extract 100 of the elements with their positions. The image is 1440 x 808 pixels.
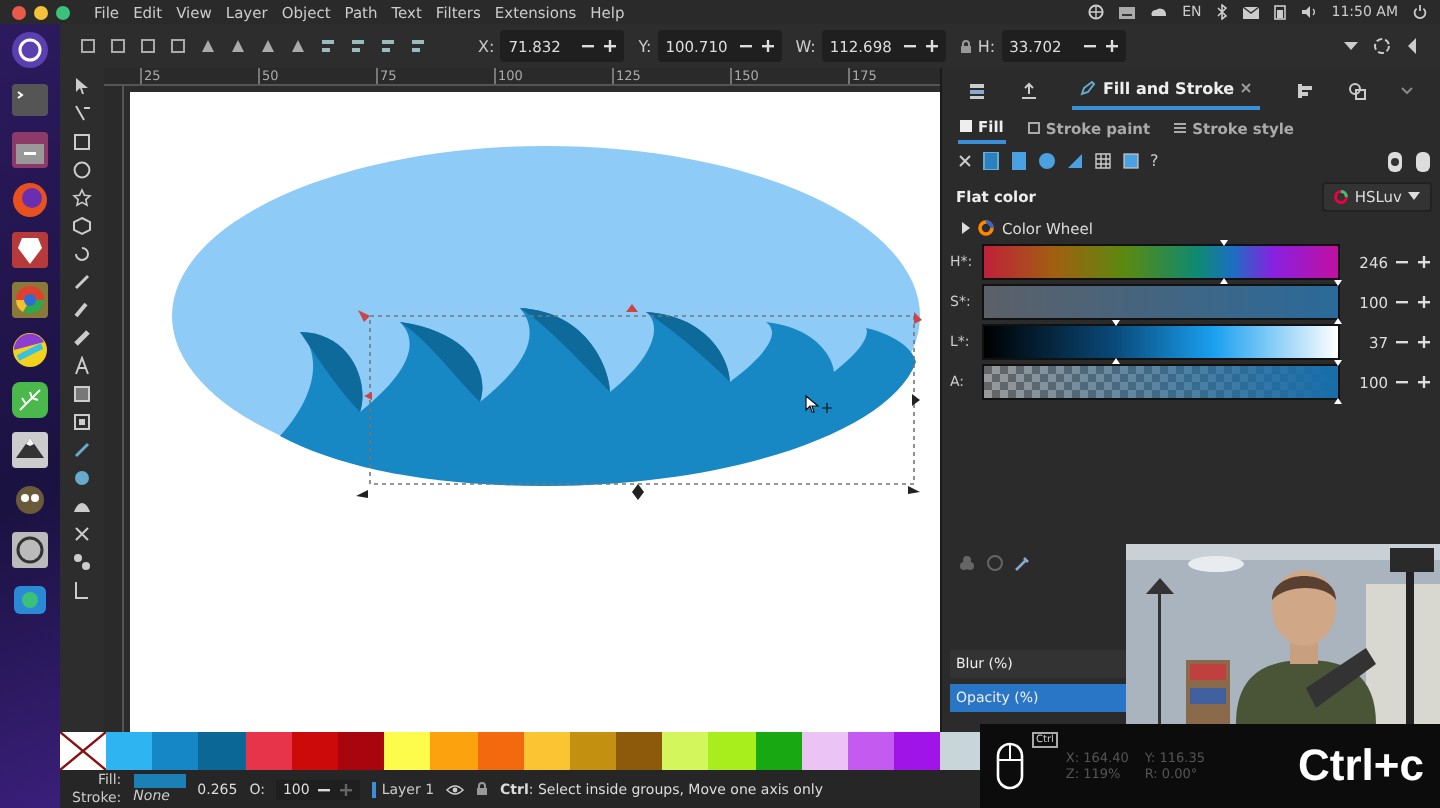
close-button[interactable] xyxy=(12,5,26,19)
color-slider[interactable] xyxy=(982,284,1340,320)
deselect-icon[interactable] xyxy=(110,38,126,54)
disk-icon[interactable] xyxy=(10,530,50,570)
bluetooth-icon[interactable] xyxy=(1215,4,1228,20)
transform-handles[interactable] xyxy=(356,304,922,500)
transform-icon[interactable] xyxy=(1347,81,1366,99)
select-all-icon[interactable] xyxy=(80,38,96,54)
color-swatch[interactable] xyxy=(152,732,199,770)
color-swatch[interactable] xyxy=(801,732,848,770)
align-icon[interactable] xyxy=(380,38,396,54)
star-tool-icon[interactable] xyxy=(72,188,92,208)
ellipse-tool-icon[interactable] xyxy=(72,160,92,180)
layers-icon[interactable] xyxy=(967,81,986,99)
spiral-tool-icon[interactable] xyxy=(72,244,92,264)
color-swatch[interactable] xyxy=(106,732,153,770)
fill-rule-icon[interactable] xyxy=(1386,151,1404,171)
slider-thumb[interactable] xyxy=(1111,320,1120,364)
align-icon[interactable] xyxy=(320,38,336,54)
dropper-icon[interactable] xyxy=(1014,554,1032,572)
color-swatch[interactable] xyxy=(523,732,570,770)
color-swatch[interactable] xyxy=(337,732,385,770)
radial-gradient-icon[interactable] xyxy=(1038,152,1056,170)
brush-tool-icon[interactable] xyxy=(72,328,92,348)
color-swatch[interactable] xyxy=(245,732,292,770)
creature-icon[interactable] xyxy=(10,480,50,520)
app-icon[interactable] xyxy=(10,580,50,620)
wave-drawing[interactable] xyxy=(172,146,920,486)
slider-thumb[interactable] xyxy=(1333,360,1342,404)
color-swatch[interactable] xyxy=(755,732,802,770)
no-paint-swatch[interactable] xyxy=(60,732,106,770)
color-swatch[interactable] xyxy=(291,732,338,770)
mesh-gradient-icon[interactable] xyxy=(1066,152,1084,170)
color-swatch[interactable] xyxy=(569,732,617,770)
plus-icon[interactable] xyxy=(759,38,776,54)
lock-icon[interactable] xyxy=(959,39,972,53)
battery-icon[interactable] xyxy=(1273,4,1286,20)
paint-bucket-icon[interactable] xyxy=(72,468,92,488)
color-swatch[interactable] xyxy=(708,732,756,770)
color-swatch[interactable] xyxy=(848,732,895,770)
plus-icon[interactable] xyxy=(1416,294,1432,310)
color-swatch[interactable] xyxy=(662,732,709,770)
plus-icon[interactable] xyxy=(1416,374,1432,390)
snap-icon[interactable] xyxy=(1372,36,1392,56)
color-slider[interactable] xyxy=(982,364,1340,400)
plus-icon[interactable] xyxy=(923,38,940,54)
fill-swatch[interactable] xyxy=(133,773,186,787)
slider-thumb[interactable] xyxy=(1220,240,1229,284)
plus-icon[interactable] xyxy=(602,38,619,54)
close-icon[interactable] xyxy=(958,154,972,168)
square-outline-icon[interactable] xyxy=(140,38,156,54)
mail-icon[interactable] xyxy=(1241,5,1260,19)
lock-icon[interactable] xyxy=(476,782,489,796)
flat-color-icon[interactable] xyxy=(982,152,1000,170)
color-swatch[interactable] xyxy=(430,732,477,770)
panel-tab[interactable]: Fill and Stroke xyxy=(1072,71,1261,109)
color-slider[interactable] xyxy=(982,324,1340,360)
collapse-arrow-icon[interactable] xyxy=(1406,38,1418,54)
align-panel-icon[interactable] xyxy=(1295,81,1313,99)
plus-icon[interactable] xyxy=(1103,38,1120,54)
square-corner-icon[interactable] xyxy=(170,38,186,54)
align-icon[interactable] xyxy=(350,38,366,54)
chevron-down-icon[interactable] xyxy=(1400,85,1415,95)
circle-icon[interactable] xyxy=(986,554,1004,572)
mountain-icon[interactable] xyxy=(10,430,50,470)
dropdown-arrow-icon[interactable] xyxy=(1344,41,1358,51)
pen-tool-icon[interactable] xyxy=(72,272,92,292)
leaf-icon[interactable] xyxy=(10,380,50,420)
rectangle-tool-icon[interactable] xyxy=(72,132,92,152)
slider-thumb[interactable] xyxy=(1333,280,1342,324)
expand-arrow-icon[interactable] xyxy=(962,222,970,234)
plus-icon[interactable] xyxy=(1416,334,1432,350)
circle-logo-icon[interactable] xyxy=(10,280,50,320)
pointer-icon[interactable] xyxy=(72,76,92,96)
logo-icon[interactable] xyxy=(10,30,50,70)
paint-ball-icon[interactable] xyxy=(10,330,50,370)
minimize-button[interactable] xyxy=(34,5,48,19)
color-swatch[interactable] xyxy=(894,732,941,770)
maximize-button[interactable] xyxy=(56,5,70,19)
color-swatch[interactable] xyxy=(477,732,524,770)
export-icon[interactable] xyxy=(1020,81,1039,99)
dropper-tool-icon[interactable] xyxy=(72,440,92,460)
eye-icon[interactable] xyxy=(446,783,465,795)
file-cabinet-icon[interactable] xyxy=(10,130,50,170)
pattern-icon[interactable] xyxy=(1094,152,1112,170)
align-icon[interactable] xyxy=(410,38,426,54)
cluster-icon[interactable] xyxy=(958,554,976,572)
color-slider[interactable] xyxy=(982,244,1340,280)
color-swatch[interactable] xyxy=(384,732,431,770)
swatch-icon[interactable] xyxy=(1122,152,1140,170)
pencil-tool-icon[interactable] xyxy=(72,300,92,320)
linear-gradient-icon[interactable] xyxy=(1010,152,1028,170)
color-swatch[interactable] xyxy=(616,732,663,770)
keyboard-icon[interactable] xyxy=(1118,5,1137,19)
node-tool-icon[interactable] xyxy=(72,104,92,124)
power-icon[interactable] xyxy=(1412,4,1428,20)
unset-paint-button[interactable]: ? xyxy=(1150,152,1159,170)
color-swatch[interactable] xyxy=(198,732,246,770)
text-tool-icon[interactable] xyxy=(72,356,92,376)
weather-icon[interactable] xyxy=(1150,4,1169,20)
